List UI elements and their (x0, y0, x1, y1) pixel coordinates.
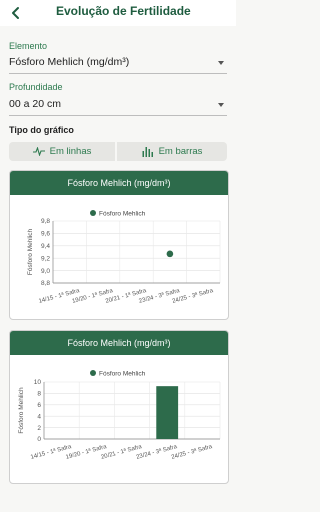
page-title: Evolução de Fertilidade (56, 4, 191, 18)
depth-select[interactable]: 00 a 20 cm (9, 98, 61, 110)
y-tick-label: 9,0 (41, 268, 50, 275)
element-underline (9, 73, 227, 74)
toggle-bars-label: Em barras (158, 146, 203, 157)
depth-underline (9, 115, 227, 116)
y-tick-label: 6 (37, 402, 41, 409)
data-bar (156, 386, 179, 439)
chevron-down-icon[interactable] (218, 103, 224, 107)
depth-label: Profundidade (9, 82, 63, 92)
arrow-left-icon[interactable] (6, 3, 26, 23)
bar-chart-card: Fósforo Mehlich (mg/dm³) Fósforo Mehlich… (9, 330, 229, 484)
toggle-lines-label: Em linhas (49, 146, 92, 157)
chart-title: Fósforo Mehlich (mg/dm³) (10, 171, 228, 195)
chart-title: Fósforo Mehlich (mg/dm³) (10, 331, 228, 355)
legend-label: Fósforo Mehlich (99, 211, 146, 218)
chart-type-label: Tipo do gráfico (9, 125, 74, 135)
y-tick-label: 0 (37, 436, 41, 443)
x-tick-label: 24/25 - 3ª Safra (171, 443, 214, 461)
y-axis-title: Fósforo Mehlich (27, 229, 34, 276)
y-tick-label: 10 (34, 379, 42, 386)
y-tick-label: 9,8 (41, 218, 50, 225)
y-tick-label: 9,4 (41, 243, 50, 250)
data-point (166, 250, 174, 258)
line-chart-card: Fósforo Mehlich (mg/dm³) Fósforo Mehlich… (9, 170, 229, 320)
y-tick-label: 9,2 (41, 255, 50, 262)
y-tick-label: 2 (37, 425, 41, 432)
legend-label: Fósforo Mehlich (99, 371, 146, 378)
y-tick-label: 8,8 (41, 280, 50, 287)
chart-1-svg: Fósforo Mehlich 9,8 9,6 9,4 9,2 9,0 8,8 Fósforo… (27, 210, 221, 305)
element-select[interactable]: Fósforo Mehlich (mg/dm³) (9, 56, 129, 68)
line-chart-icon (32, 147, 45, 156)
toggle-lines-button[interactable]: Em linhas (9, 142, 115, 161)
y-tick-label: 8 (37, 391, 41, 398)
y-axis-title: Fósforo Mehlich (18, 387, 25, 434)
y-tick-label: 4 (37, 413, 41, 420)
legend-marker (90, 210, 96, 216)
toggle-bars-button[interactable]: Em barras (117, 142, 227, 161)
element-label: Elemento (9, 41, 48, 51)
chart-2-svg: Fósforo Mehlich1086420Fósforo Mehlich14/… (18, 370, 221, 461)
legend-marker (90, 370, 96, 376)
y-tick-label: 9,6 (41, 231, 50, 238)
app-bar: Evolução de Fertilidade (0, 0, 236, 26)
bar-chart-icon (142, 147, 153, 157)
chevron-down-icon[interactable] (218, 61, 224, 65)
